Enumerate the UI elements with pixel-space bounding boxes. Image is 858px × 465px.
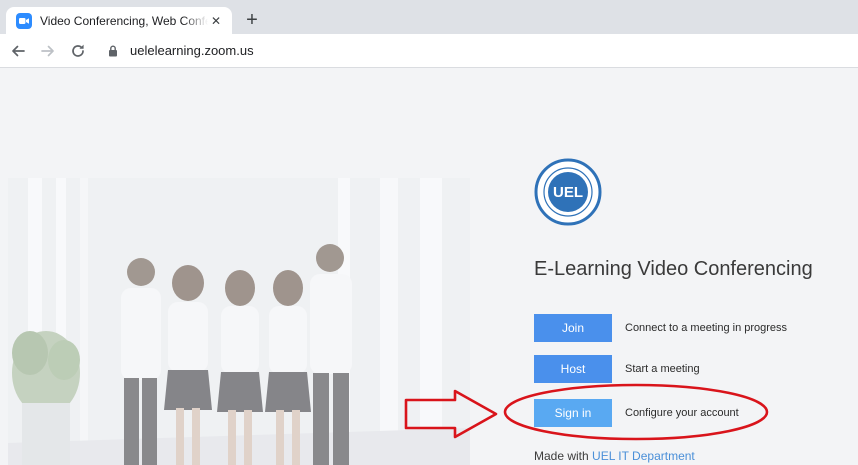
reload-icon[interactable] <box>66 39 90 63</box>
browser-tab[interactable]: Video Conferencing, Web Conferencing, We… <box>6 7 232 34</box>
page-content: UEL E-Learning Video Conferencing Join C… <box>0 68 858 465</box>
new-tab-button[interactable]: + <box>240 8 264 32</box>
forward-arrow-icon[interactable] <box>36 39 60 63</box>
host-row: Host Start a meeting <box>534 355 854 383</box>
browser-tabstrip: Video Conferencing, Web Conferencing, We… <box>0 0 858 34</box>
footer-prefix: Made with <box>534 449 589 463</box>
it-department-link[interactable]: UEL IT Department <box>592 449 695 463</box>
address-bar[interactable]: uelelearning.zoom.us <box>98 39 850 63</box>
host-description: Start a meeting <box>625 363 700 375</box>
tab-close-icon[interactable]: ✕ <box>208 13 224 29</box>
zoom-favicon-icon <box>16 12 32 29</box>
back-arrow-icon[interactable] <box>6 39 30 63</box>
hero-photo-students <box>8 178 470 465</box>
host-button[interactable]: Host <box>534 355 612 383</box>
sign-in-description: Configure your account <box>625 407 739 419</box>
tab-title: Video Conferencing, Web Conferencing, We… <box>40 13 208 28</box>
footer-credit: Made with UEL IT Department <box>534 449 695 463</box>
landing-panel: UEL E-Learning Video Conferencing Join C… <box>534 68 854 465</box>
sign-in-button[interactable]: Sign in <box>534 399 612 427</box>
sign-in-row: Sign in Configure your account <box>534 399 854 427</box>
page-title: E-Learning Video Conferencing <box>534 258 813 280</box>
url-text: uelelearning.zoom.us <box>130 43 254 58</box>
browser-toolbar: uelelearning.zoom.us <box>0 34 858 68</box>
uel-logo-text: UEL <box>553 184 583 201</box>
uel-logo: UEL <box>534 158 602 226</box>
join-row: Join Connect to a meeting in progress <box>534 314 854 342</box>
join-button[interactable]: Join <box>534 314 612 342</box>
join-description: Connect to a meeting in progress <box>625 322 788 334</box>
lock-icon <box>106 44 120 58</box>
